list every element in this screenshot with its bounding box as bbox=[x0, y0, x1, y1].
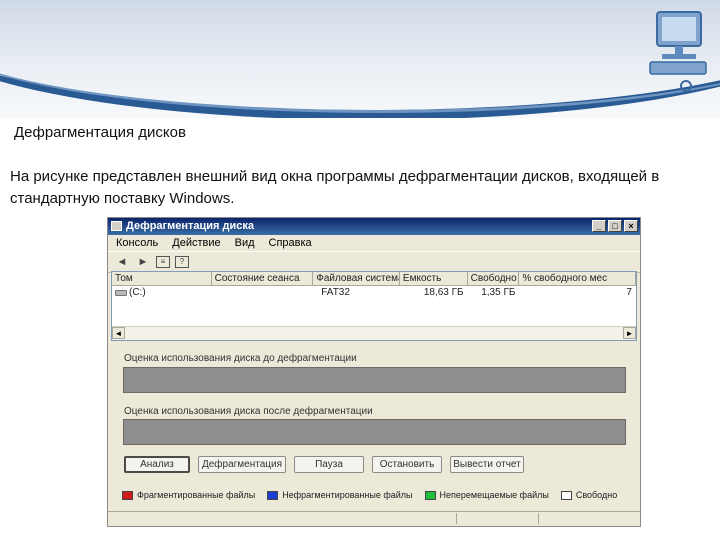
forward-icon[interactable]: ► bbox=[135, 255, 151, 269]
free-swatch bbox=[560, 490, 572, 500]
column-free-percent[interactable]: % свободного мес bbox=[519, 272, 637, 285]
legend: Фрагментированные файлы Нефрагментирован… bbox=[122, 490, 617, 500]
window-title: Дефрагментация диска bbox=[126, 220, 255, 232]
computer-icon bbox=[649, 11, 707, 92]
action-buttons: Анализ Дефрагментация Пауза Остановить В… bbox=[124, 456, 524, 473]
legend-fragmented: Фрагментированные файлы bbox=[137, 490, 256, 500]
column-free[interactable]: Свободно bbox=[468, 272, 520, 285]
slide-header bbox=[0, 0, 720, 118]
scroll-left-icon[interactable]: ◄ bbox=[112, 327, 125, 339]
legend-contiguous: Нефрагментированные файлы bbox=[282, 490, 413, 500]
slide-description: На рисунке представлен внешний вид окна … bbox=[10, 168, 660, 207]
column-status[interactable]: Состояние сеанса bbox=[212, 272, 314, 285]
help-icon[interactable]: ? bbox=[175, 256, 189, 268]
contiguous-swatch bbox=[267, 490, 279, 500]
back-icon[interactable]: ◄ bbox=[114, 255, 130, 269]
defrag-window: Дефрагментация диска _ □ × Консоль Дейст… bbox=[107, 217, 641, 527]
defragment-button[interactable]: Дефрагментация bbox=[198, 456, 286, 473]
analysis-after-display bbox=[123, 419, 626, 445]
app-icon bbox=[111, 221, 122, 231]
table-row[interactable]: (C:) FAT32 18,63 ГБ 1,35 ГБ 7 bbox=[112, 286, 636, 300]
cell-free-percent: 7 bbox=[626, 287, 632, 298]
analysis-before-display bbox=[123, 367, 626, 393]
horizontal-scrollbar[interactable]: ◄ ► bbox=[112, 326, 636, 340]
window-titlebar[interactable]: Дефрагментация диска _ □ × bbox=[108, 218, 640, 235]
volume-list: Том Состояние сеанса Файловая система Ем… bbox=[111, 271, 637, 341]
legend-free: Свободно bbox=[575, 490, 618, 500]
drive-icon bbox=[115, 290, 127, 296]
maximize-button[interactable]: □ bbox=[608, 220, 622, 232]
label-after: Оценка использования диска после дефрагм… bbox=[124, 406, 373, 417]
header-swoosh-thin bbox=[0, 0, 720, 113]
minimize-button[interactable]: _ bbox=[592, 220, 606, 232]
stop-button[interactable]: Остановить bbox=[372, 456, 442, 473]
menu-bar: Консоль Действие Вид Справка bbox=[108, 235, 640, 251]
cell-volume: (C:) bbox=[129, 287, 146, 298]
cell-capacity: 18,63 ГБ bbox=[423, 287, 464, 298]
cell-status bbox=[212, 286, 314, 300]
scroll-right-icon[interactable]: ► bbox=[623, 327, 636, 339]
legend-item: Фрагментированные файлы bbox=[122, 490, 255, 500]
column-capacity[interactable]: Емкость bbox=[400, 272, 468, 285]
cell-filesystem: FAT32 bbox=[321, 287, 350, 298]
pause-button[interactable]: Пауза bbox=[294, 456, 364, 473]
menu-console[interactable]: Консоль bbox=[116, 235, 158, 251]
status-bar bbox=[108, 511, 640, 526]
legend-item: Свободно bbox=[560, 490, 618, 500]
status-divider bbox=[538, 513, 539, 524]
slide-title: Дефрагментация дисков bbox=[14, 124, 186, 141]
close-button[interactable]: × bbox=[624, 220, 638, 232]
list-header: Том Состояние сеанса Файловая система Ем… bbox=[112, 272, 637, 286]
cell-free: 1,35 ГБ bbox=[481, 287, 516, 298]
view-report-button[interactable]: Вывести отчет bbox=[450, 456, 524, 473]
status-divider bbox=[456, 513, 457, 524]
legend-item: Неперемещаемые файлы bbox=[424, 490, 549, 500]
analyze-button[interactable]: Анализ bbox=[124, 456, 190, 473]
legend-unmovable: Неперемещаемые файлы bbox=[439, 490, 549, 500]
menu-help[interactable]: Справка bbox=[269, 235, 312, 251]
toolbar: ◄ ► ≡ ? bbox=[108, 251, 640, 273]
properties-icon[interactable]: ≡ bbox=[156, 256, 170, 268]
menu-view[interactable]: Вид bbox=[235, 235, 255, 251]
fragmented-swatch bbox=[122, 490, 133, 500]
column-volume[interactable]: Том bbox=[112, 272, 212, 285]
unmovable-swatch bbox=[424, 490, 436, 500]
menu-action[interactable]: Действие bbox=[172, 235, 220, 251]
column-filesystem[interactable]: Файловая система bbox=[313, 272, 400, 285]
legend-item: Нефрагментированные файлы bbox=[267, 490, 413, 500]
label-before: Оценка использования диска до дефрагмент… bbox=[124, 353, 357, 364]
